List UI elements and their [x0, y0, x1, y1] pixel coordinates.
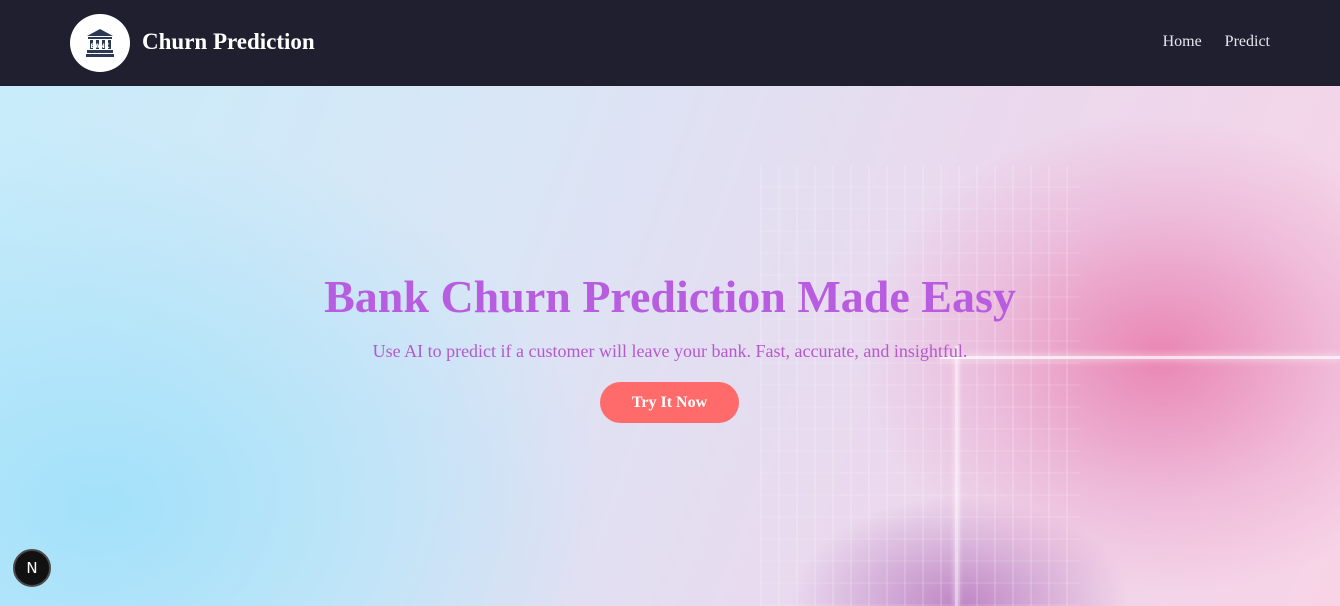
- bank-building-icon: BANK: [86, 29, 114, 57]
- logo-text: BANK: [91, 43, 110, 50]
- navbar: BANK Churn Prediction Home Predict: [0, 0, 1340, 86]
- try-it-now-button[interactable]: Try It Now: [600, 382, 739, 423]
- nextjs-dev-indicator-icon[interactable]: N: [13, 549, 51, 587]
- hero-section: Bank Churn Prediction Made Easy Use AI t…: [0, 86, 1340, 606]
- dev-badge-letter: N: [26, 559, 37, 577]
- brand-title: Churn Prediction: [142, 29, 315, 54]
- nav-link-predict[interactable]: Predict: [1225, 32, 1270, 52]
- nav-link-home[interactable]: Home: [1163, 32, 1202, 52]
- logo[interactable]: BANK: [70, 14, 130, 72]
- hero-subtitle: Use AI to predict if a customer will lea…: [372, 341, 968, 361]
- n-logo-icon: N: [26, 559, 37, 577]
- main-nav: Home Predict: [1163, 32, 1270, 52]
- hero-title: Bank Churn Prediction Made Easy: [324, 271, 1016, 322]
- hero-content: Bank Churn Prediction Made Easy Use AI t…: [0, 86, 1340, 606]
